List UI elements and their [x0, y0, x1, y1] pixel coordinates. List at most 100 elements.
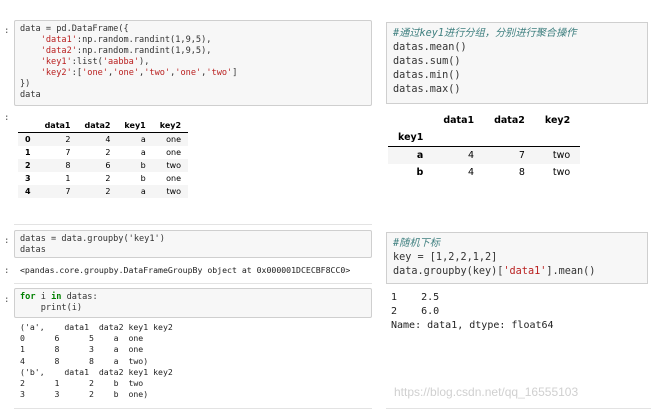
- code-line-2: datas: [20, 245, 46, 255]
- code-line-key: key = [1,2,2,1,2]: [393, 252, 498, 263]
- code-line: for i in datas:: [20, 292, 366, 303]
- table-cell: b: [140, 161, 146, 170]
- code-line: datas: [20, 245, 366, 256]
- table-cell: a: [140, 148, 146, 157]
- output-prompt: :: [4, 266, 10, 276]
- table-cell: a: [140, 135, 146, 144]
- series-output: 1 2.5 2 6.0 Name: data1, dtype: float64: [391, 292, 554, 331]
- column-header: data2: [494, 115, 525, 126]
- for-loop-output: ('a', data1 data2 key1 key2 0 6 5 a one …: [20, 322, 173, 400]
- code-text: i: [35, 292, 52, 302]
- keyword-for: for: [20, 292, 36, 302]
- code-line-max: datas.max(): [393, 84, 461, 95]
- table-cell: two: [552, 150, 571, 161]
- code-text: :list(: [71, 57, 103, 67]
- dataframe-output-table: data1 data2 key1 key2 0 2 4 a one 1 7 2 a one 2 8 6 b two 3…: [18, 119, 189, 198]
- column-header: key1: [117, 119, 153, 133]
- code-string: 'key2': [40, 68, 72, 78]
- table-row: b 4 8 two: [388, 164, 580, 181]
- table-row: 0 2 4 a one: [18, 132, 189, 146]
- column-header: data2: [77, 119, 118, 133]
- code-text: data.groupby(key)[: [393, 266, 504, 277]
- code-line-sum: datas.sum(): [393, 56, 461, 67]
- row-index: 3: [25, 174, 31, 183]
- table-row: 3 1 2 b one: [18, 172, 188, 185]
- cell-prompt: :: [4, 236, 10, 246]
- cell-prompt: :: [4, 26, 10, 36]
- code-comment: #通过key1进行分组，分别进行聚合操作: [393, 28, 577, 39]
- code-cell-create-dataframe[interactable]: data = pd.DataFrame({ 'data1':np.random.…: [14, 20, 372, 106]
- table-cell: one: [166, 135, 182, 144]
- code-string: 'data1': [40, 35, 77, 45]
- cell-divider: [14, 283, 372, 284]
- code-line: 'key1':list('aabba'),: [20, 57, 366, 68]
- code-line: datas.max(): [393, 83, 641, 97]
- output-prompt: :: [4, 113, 10, 123]
- code-cell-random-key[interactable]: #随机下标 key = [1,2,2,1,2] data.groupby(key…: [386, 232, 648, 284]
- code-line: datas.mean(): [393, 41, 641, 55]
- code-line: 'data2':np.random.randint(1,9,5),: [20, 46, 366, 57]
- code-line-1: datas = data.groupby('key1'): [20, 234, 165, 244]
- column-header: data1: [443, 115, 475, 126]
- code-cell-aggregations[interactable]: #通过key1进行分组，分别进行聚合操作 datas.mean() datas.…: [386, 22, 648, 104]
- index-name-header: key1: [388, 129, 434, 147]
- cell-divider: [386, 408, 651, 409]
- table-cell: 8: [65, 161, 71, 170]
- table-cell: 4: [105, 135, 111, 144]
- row-index: 0: [25, 135, 31, 144]
- code-text: ].mean(): [546, 266, 596, 277]
- code-string: 'one': [113, 68, 140, 78]
- code-text: datas:: [61, 292, 98, 302]
- column-header: key2: [152, 119, 189, 133]
- table-cell: 7: [518, 150, 525, 161]
- code-string: 'two': [206, 68, 233, 78]
- table-cell: two: [166, 187, 182, 196]
- column-header: data1: [37, 119, 78, 133]
- table-cell: two: [166, 161, 182, 170]
- cell-divider: [14, 408, 372, 409]
- code-cell-for-loop[interactable]: for i in datas: print(i): [14, 288, 372, 318]
- table-cell: 7: [65, 148, 71, 157]
- code-line: 'key2':['one','one','two','one','two']: [20, 68, 366, 79]
- code-string: 'data1': [503, 266, 547, 277]
- code-string: 'one': [82, 68, 108, 78]
- table-cell: 2: [65, 135, 71, 144]
- table-cell: 2: [105, 148, 111, 157]
- code-cell-groupby[interactable]: datas = data.groupby('key1') datas: [14, 230, 372, 258]
- aggregation-output-table: data1 data2 key2 key1 a 4 7 two b 4 8 two: [388, 112, 581, 181]
- cell-divider: [14, 224, 372, 225]
- table-row: 1 7 2 a one: [18, 146, 188, 159]
- code-line: data = pd.DataFrame({: [20, 24, 129, 34]
- row-index: b: [416, 167, 424, 178]
- code-string: 'key1': [40, 57, 72, 67]
- table-cell: one: [166, 148, 182, 157]
- code-comment: #随机下标: [393, 238, 440, 249]
- table-cell: 1: [65, 174, 71, 183]
- code-text: :[: [71, 68, 83, 78]
- code-text: ),: [139, 57, 150, 67]
- code-line-mean: datas.mean(): [393, 42, 467, 53]
- table-cell: 2: [105, 174, 111, 183]
- code-line-min: datas.min(): [393, 70, 461, 81]
- table-cell: 7: [65, 187, 71, 196]
- table-cell: b: [140, 174, 146, 183]
- code-text: :np.random.randint(1,9,5),: [76, 46, 212, 56]
- code-string: 'two': [144, 68, 171, 78]
- table-cell: two: [552, 167, 571, 178]
- table-cell: 6: [105, 161, 111, 170]
- code-text: ]: [232, 68, 238, 78]
- code-string: 'aabba': [102, 57, 140, 67]
- table-row: a 4 7 two: [388, 146, 581, 164]
- code-line: data.groupby(key)['data1'].mean(): [393, 265, 641, 279]
- column-header: key2: [544, 115, 571, 126]
- code-line: print(i): [20, 303, 366, 314]
- table-row: 4 7 2 a two: [18, 185, 189, 198]
- table-row: 2 8 6 b two: [18, 159, 189, 172]
- code-line: 'data1':np.random.randint(1,9,5),: [20, 35, 366, 46]
- table-cell: one: [166, 174, 182, 183]
- code-string: 'one': [175, 68, 202, 78]
- code-string: 'data2': [40, 46, 77, 56]
- table-cell: 8: [518, 167, 525, 178]
